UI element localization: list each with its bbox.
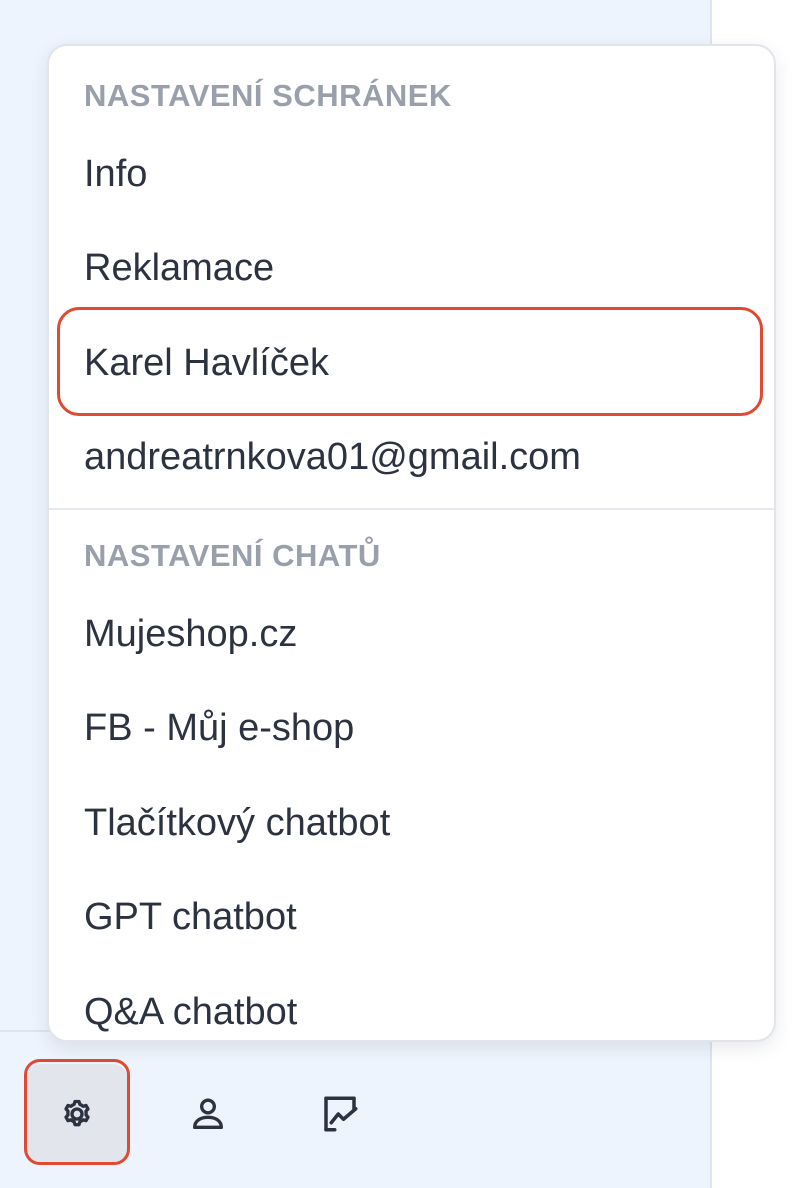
menu-item-fb-eshop[interactable]: FB - Můj e-shop: [84, 703, 354, 753]
chart-icon: [319, 1093, 361, 1135]
gear-icon: [57, 1094, 97, 1134]
bottom-toolbar: [0, 1030, 710, 1188]
settings-button[interactable]: [27, 1064, 127, 1164]
section-divider: [49, 508, 774, 510]
section-header-chats: NASTAVENÍ CHATŮ: [84, 538, 381, 573]
user-icon: [188, 1094, 228, 1134]
menu-item-karel-havlicek[interactable]: Karel Havlíček: [84, 338, 329, 388]
menu-item-andrea-email[interactable]: andreatrnkova01@gmail.com: [84, 432, 581, 482]
statistics-button[interactable]: [290, 1064, 390, 1164]
menu-item-mujeshop[interactable]: Mujeshop.cz: [84, 609, 297, 659]
menu-item-gpt-chatbot[interactable]: GPT chatbot: [84, 892, 297, 942]
settings-dropdown-menu: NASTAVENÍ SCHRÁNEK Info Reklamace Karel …: [47, 44, 776, 1042]
section-header-mailboxes: NASTAVENÍ SCHRÁNEK: [84, 78, 452, 113]
menu-item-qa-chatbot[interactable]: Q&A chatbot: [84, 987, 297, 1037]
profile-button[interactable]: [158, 1064, 258, 1164]
menu-item-button-chatbot[interactable]: Tlačítkový chatbot: [84, 798, 390, 848]
menu-item-info[interactable]: Info: [84, 149, 147, 199]
menu-item-reklamace[interactable]: Reklamace: [84, 243, 274, 293]
